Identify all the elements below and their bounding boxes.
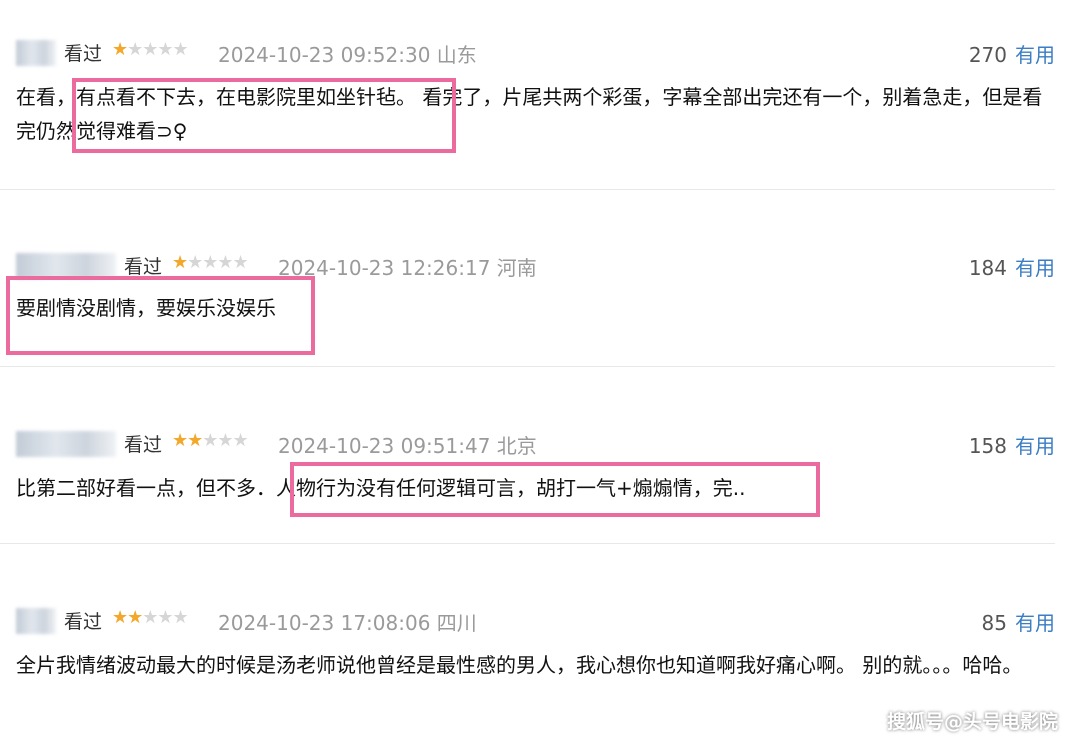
vote-number: 270 [968,43,1007,67]
star-icon: ★★ [112,607,143,628]
review-content: 比第二部好看一点，但不多．人物行为没有任何逻辑可言，胡打一气+煽煽情，完.. [16,476,746,500]
useful-button[interactable]: 有用 [1015,256,1055,280]
useful-button[interactable]: 有用 [1015,43,1055,67]
rating-stars: ★★★★★ [172,252,249,273]
review-meta: 看过 ★★★★★ 2024-10-23 09:52:30 山东 270 有用 [0,36,1055,70]
useful-count: 85 有用 [982,607,1055,636]
watermark: 搜狐号@头号电影院 [886,711,1058,733]
useful-count: 158 有用 [969,430,1055,459]
vote-number: 184 [968,256,1007,280]
divider [0,543,1055,544]
review-meta: 看过 ★★★★★ 2024-10-23 17:08:06 四川 85 有用 [0,604,1055,638]
vote-number: 158 [968,434,1007,458]
rating-stars: ★★★★★ [112,39,189,60]
star-icon: ★ [172,252,188,273]
review-time: 2024-10-23 17:08:06 四川 [218,611,477,635]
review-time: 2024-10-23 09:52:30 山东 [218,43,477,67]
watched-label: 看过 [124,256,163,278]
useful-count: 270 有用 [969,39,1055,68]
vote-number: 85 [981,611,1007,635]
star-icon: ★★★★ [187,252,249,273]
avatar[interactable] [16,40,56,66]
review-content: 全片我情绪波动最大的时候是汤老师说他曾经是最性感的男人，我心想你也知道啊我好痛心… [16,653,1023,677]
star-icon: ★★★ [202,430,248,451]
review-item: 看过 ★★★★★ 2024-10-23 17:08:06 四川 85 有用 全片我… [0,604,1055,714]
review-time: 2024-10-23 09:51:47 北京 [278,434,537,458]
review-item: 看过 ★★★★★ 2024-10-23 09:52:30 山东 270 有用 在看… [0,36,1055,196]
review-content: 要剧情没剧情，要娱乐没娱乐 [16,296,276,320]
rating-stars: ★★★★★ [172,430,249,451]
divider [0,189,1055,190]
useful-button[interactable]: 有用 [1015,434,1055,458]
review-time: 2024-10-23 12:26:17 河南 [278,256,537,280]
watched-label: 看过 [64,43,103,65]
useful-button[interactable]: 有用 [1015,611,1055,635]
watched-label: 看过 [64,611,103,633]
review-meta: 看过 ★★★★★ 2024-10-23 09:51:47 北京 158 有用 [0,427,1055,461]
avatar[interactable] [16,608,56,634]
watched-label: 看过 [124,434,163,456]
rating-stars: ★★★★★ [112,607,189,628]
review-item: 看过 ★★★★★ 2024-10-23 09:51:47 北京 158 有用 比第… [0,427,1055,527]
useful-count: 184 有用 [969,252,1055,281]
divider [0,366,1055,367]
star-icon: ★ [112,39,128,60]
review-meta: 看过 ★★★★★ 2024-10-23 12:26:17 河南 184 有用 [0,249,1055,283]
avatar[interactable] [16,431,116,457]
star-icon: ★★★ [142,607,188,628]
star-icon: ★★★★ [127,39,189,60]
avatar[interactable] [16,253,116,279]
review-item: 看过 ★★★★★ 2024-10-23 12:26:17 河南 184 有用 要剧… [0,249,1055,359]
review-content: 在看，有点看不下去，在电影院里如坐针毡。 看完了，片尾共两个彩蛋，字幕全部出完还… [16,85,1043,143]
star-icon: ★★ [172,430,203,451]
